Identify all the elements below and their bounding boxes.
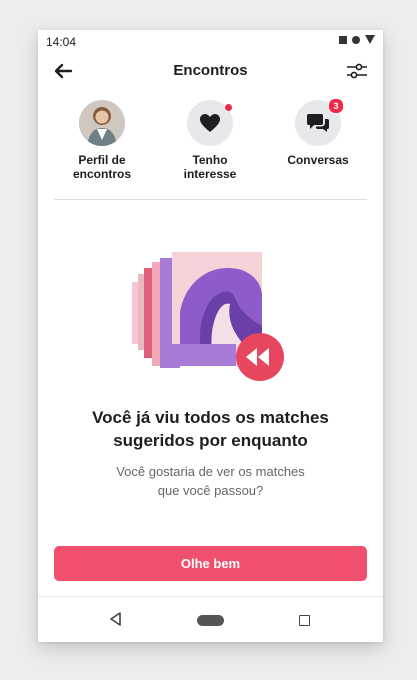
wifi-icon: [365, 35, 375, 44]
battery-icon: [352, 35, 360, 44]
empty-state-headline: Você já viu todos os matches sugeridos p…: [38, 406, 383, 452]
status-icons: [339, 35, 375, 44]
tab-interested[interactable]: Tenho interesse: [160, 100, 260, 181]
tab-dating-profile[interactable]: Perfil de encontros: [52, 100, 152, 181]
tab-label: interesse: [183, 167, 237, 181]
page-title: Encontros: [173, 62, 248, 79]
filter-settings-icon[interactable]: [345, 60, 369, 82]
tab-label: encontros: [72, 167, 131, 181]
nav-recents-icon[interactable]: [299, 615, 310, 626]
signal-icon: [339, 35, 347, 44]
unread-count-badge: 3: [328, 98, 344, 114]
dating-tabs: Perfil de encontros Tenho interesse 3 Co…: [38, 98, 383, 200]
tab-label: Perfil de: [78, 153, 126, 167]
interested-icon-circle: [187, 100, 233, 146]
avatar: [79, 100, 125, 146]
notification-dot: [224, 103, 233, 112]
status-time: 14:04: [46, 35, 77, 49]
tab-label: Tenho: [192, 153, 228, 167]
phone-screen: 14:04 Encontros Perfil de encontros Tenh…: [38, 30, 383, 642]
nav-home-icon[interactable]: [197, 615, 224, 626]
subtext-line: que você passou?: [157, 483, 264, 498]
nav-back-icon[interactable]: [108, 611, 124, 627]
empty-state-subtext: Você gostaria de ver os matches que você…: [38, 462, 383, 500]
divider: [54, 199, 367, 200]
chat-icon: [307, 114, 329, 132]
subtext-line: Você gostaria de ver os matches: [116, 464, 305, 479]
headline-line: sugeridos por enquanto: [113, 431, 308, 450]
tab-label: Conversas: [287, 153, 349, 167]
profile-photo-icon: [79, 100, 125, 146]
top-bar: Encontros: [38, 56, 383, 86]
rewind-matches-illustration: [132, 252, 284, 381]
heart-icon: [200, 114, 220, 132]
look-again-button[interactable]: Olhe bem: [54, 546, 367, 581]
conversations-icon-circle: 3: [295, 98, 344, 146]
system-nav-bar: [38, 596, 383, 642]
headline-line: Você já viu todos os matches: [92, 408, 329, 427]
status-bar: 14:04: [38, 30, 383, 52]
tab-conversations[interactable]: 3 Conversas: [268, 98, 368, 167]
